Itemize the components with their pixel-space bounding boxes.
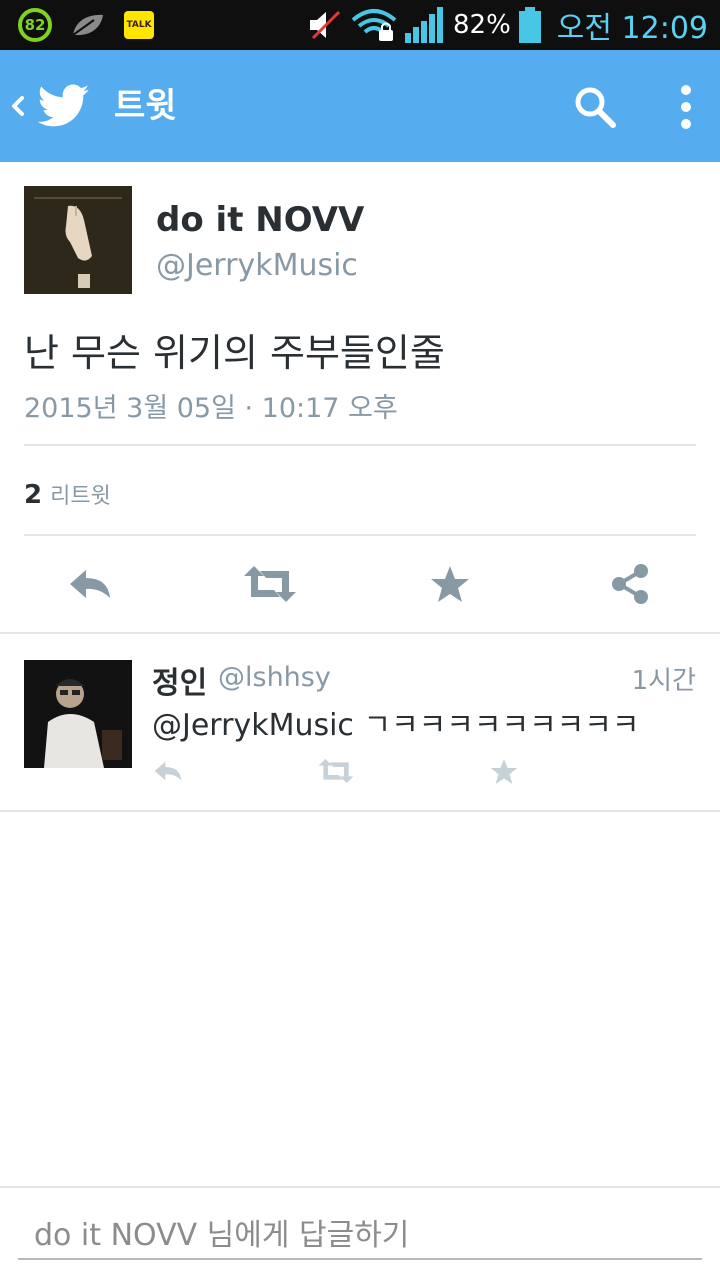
- tweet-timestamp: 2015년 3월 05일 · 10:17 오후: [24, 393, 398, 424]
- share-icon: [612, 564, 648, 604]
- search-button[interactable]: [566, 78, 624, 136]
- back-button[interactable]: [8, 80, 108, 132]
- more-icon: [681, 85, 691, 129]
- more-options-button[interactable]: [664, 78, 708, 136]
- search-icon: [575, 87, 616, 128]
- mute-icon: [310, 10, 341, 40]
- reply-tweet[interactable]: 정인 @lshhsy 1시간 @JerrykMusic ㄱㅋㅋㅋㅋㅋㅋㅋㅋㅋ: [0, 634, 720, 812]
- app-bar: 트윗: [0, 50, 720, 162]
- wifi-icon: [351, 9, 397, 41]
- status-bar: 82 TALK 82% 오전 12:09: [0, 0, 720, 50]
- battery-icon: [518, 7, 541, 43]
- clock: 오전 12:09: [556, 11, 708, 46]
- reply-input[interactable]: [18, 1212, 702, 1260]
- retweet-icon: [318, 759, 354, 783]
- tweet-text: 난 무슨 위기의 주부들인줄: [24, 331, 445, 375]
- retweet-label: 리트윗: [50, 484, 111, 509]
- reply-retweet-button[interactable]: [316, 754, 356, 788]
- back-icon: [12, 96, 24, 116]
- favorite-icon: [490, 758, 518, 784]
- tweet-detail: do it NOVV @JerrykMusic 난 무슨 위기의 주부들인줄 2…: [0, 162, 720, 634]
- avatar-image: [24, 660, 132, 768]
- favorite-icon: [431, 566, 469, 602]
- reply-user-handle[interactable]: @lshhsy: [218, 662, 331, 693]
- divider: [24, 534, 696, 536]
- avatar[interactable]: [24, 186, 132, 294]
- leaf-icon: [72, 14, 103, 36]
- user-name[interactable]: do it NOVV: [156, 200, 364, 240]
- reply-text: @JerrykMusic ㄱㅋㅋㅋㅋㅋㅋㅋㅋㅋ: [152, 708, 640, 743]
- battery-percent: 82%: [453, 10, 511, 40]
- signal-icon: [405, 7, 443, 43]
- twitter-bird-icon: [38, 84, 90, 127]
- kakaotalk-icon: TALK: [124, 11, 154, 39]
- reply-timestamp: 1시간: [631, 666, 696, 696]
- reply-icon: [70, 570, 110, 598]
- reply-icon: [154, 761, 182, 781]
- retweet-stats[interactable]: 2 리트윗: [24, 478, 111, 510]
- favorite-button[interactable]: [414, 556, 486, 612]
- retweet-button[interactable]: [234, 556, 306, 612]
- retweet-count: 2: [24, 480, 43, 510]
- page-title: 트윗: [114, 86, 177, 126]
- status-bar-right: 82% 오전 12:09: [307, 6, 708, 46]
- avatar-image: [24, 186, 132, 294]
- retweet-icon: [244, 566, 296, 602]
- user-handle[interactable]: @JerrykMusic: [156, 248, 358, 283]
- share-button[interactable]: [594, 556, 666, 612]
- avatar[interactable]: [24, 660, 132, 768]
- divider: [24, 444, 696, 446]
- battery-ring-icon: 82: [18, 8, 52, 42]
- reply-user-name[interactable]: 정인: [152, 658, 207, 702]
- reply-reply-button[interactable]: [148, 754, 188, 788]
- reply-favorite-button[interactable]: [484, 754, 524, 788]
- status-bar-left: 82 TALK: [18, 8, 154, 42]
- reply-composer: [0, 1186, 720, 1280]
- reply-button[interactable]: [54, 556, 126, 612]
